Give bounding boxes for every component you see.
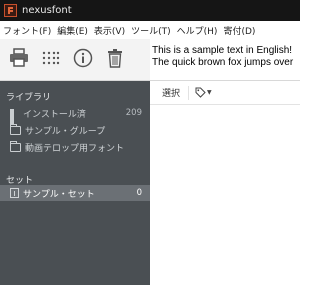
- item-count: 209: [125, 108, 142, 118]
- print-icon: [10, 48, 28, 67]
- font-list-area[interactable]: [150, 105, 300, 285]
- sidebar-item-label: サンプル・グループ: [25, 126, 106, 137]
- window-title: nexusfont: [22, 5, 72, 16]
- main-toolbar: [0, 39, 150, 81]
- delete-button[interactable]: [102, 45, 128, 71]
- folder-icon: [10, 140, 21, 152]
- sidebar-item-video-fonts[interactable]: 動画テロップ用フォント: [0, 139, 150, 155]
- chevron-down-icon: ▼: [207, 89, 212, 96]
- folder-icon: [10, 123, 21, 135]
- item-count: 0: [136, 188, 142, 198]
- sidebar-item-sample-group[interactable]: サンプル・グループ: [0, 122, 150, 138]
- tag-dropdown-button[interactable]: ▼: [195, 87, 212, 98]
- library-section-title: ライブラリ: [6, 93, 52, 103]
- info-button[interactable]: [70, 45, 96, 71]
- app-logo-icon: [4, 4, 17, 17]
- info-icon: [73, 48, 93, 68]
- select-button[interactable]: 選択: [162, 86, 180, 99]
- list-toolbar: 選択 ▼: [150, 81, 300, 105]
- sidebar: ライブラリ インストール済 209 サンプル・グループ 動画テロップ用フォント …: [0, 81, 150, 285]
- print-button[interactable]: [6, 45, 32, 71]
- title-bar: nexusfont: [0, 0, 300, 21]
- menu-font[interactable]: フォント(F): [3, 24, 51, 37]
- menu-view[interactable]: 表示(V): [94, 24, 125, 37]
- menu-help[interactable]: ヘルプ(H): [177, 24, 218, 37]
- sidebar-item-installed[interactable]: インストール済 209: [0, 105, 150, 125]
- grid-dots-icon: [42, 51, 60, 65]
- sample-text-line-2: The quick brown fox jumps over: [152, 57, 294, 68]
- menu-bar: フォント(F) 編集(E) 表示(V) ツール(T) ヘルプ(H) 寄付(D): [0, 21, 300, 39]
- sidebar-item-sample-set[interactable]: サンプル・セット 0: [0, 185, 150, 201]
- windows-icon: [10, 108, 19, 125]
- tag-icon: [195, 87, 206, 98]
- sample-text-line-1: This is a sample text in English!: [152, 45, 293, 56]
- menu-tools[interactable]: ツール(T): [131, 24, 171, 37]
- menu-donate[interactable]: 寄付(D): [223, 24, 255, 37]
- set-icon: [10, 188, 19, 198]
- grid-view-button[interactable]: [38, 45, 64, 71]
- sample-text-field[interactable]: This is a sample text in English! The qu…: [150, 39, 300, 81]
- menu-edit[interactable]: 編集(E): [57, 24, 88, 37]
- trash-icon: [108, 49, 122, 68]
- sidebar-item-label: サンプル・セット: [23, 189, 95, 200]
- sidebar-item-label: インストール済: [23, 109, 86, 120]
- toolbar-divider: [188, 85, 190, 100]
- sidebar-item-label: 動画テロップ用フォント: [25, 143, 125, 154]
